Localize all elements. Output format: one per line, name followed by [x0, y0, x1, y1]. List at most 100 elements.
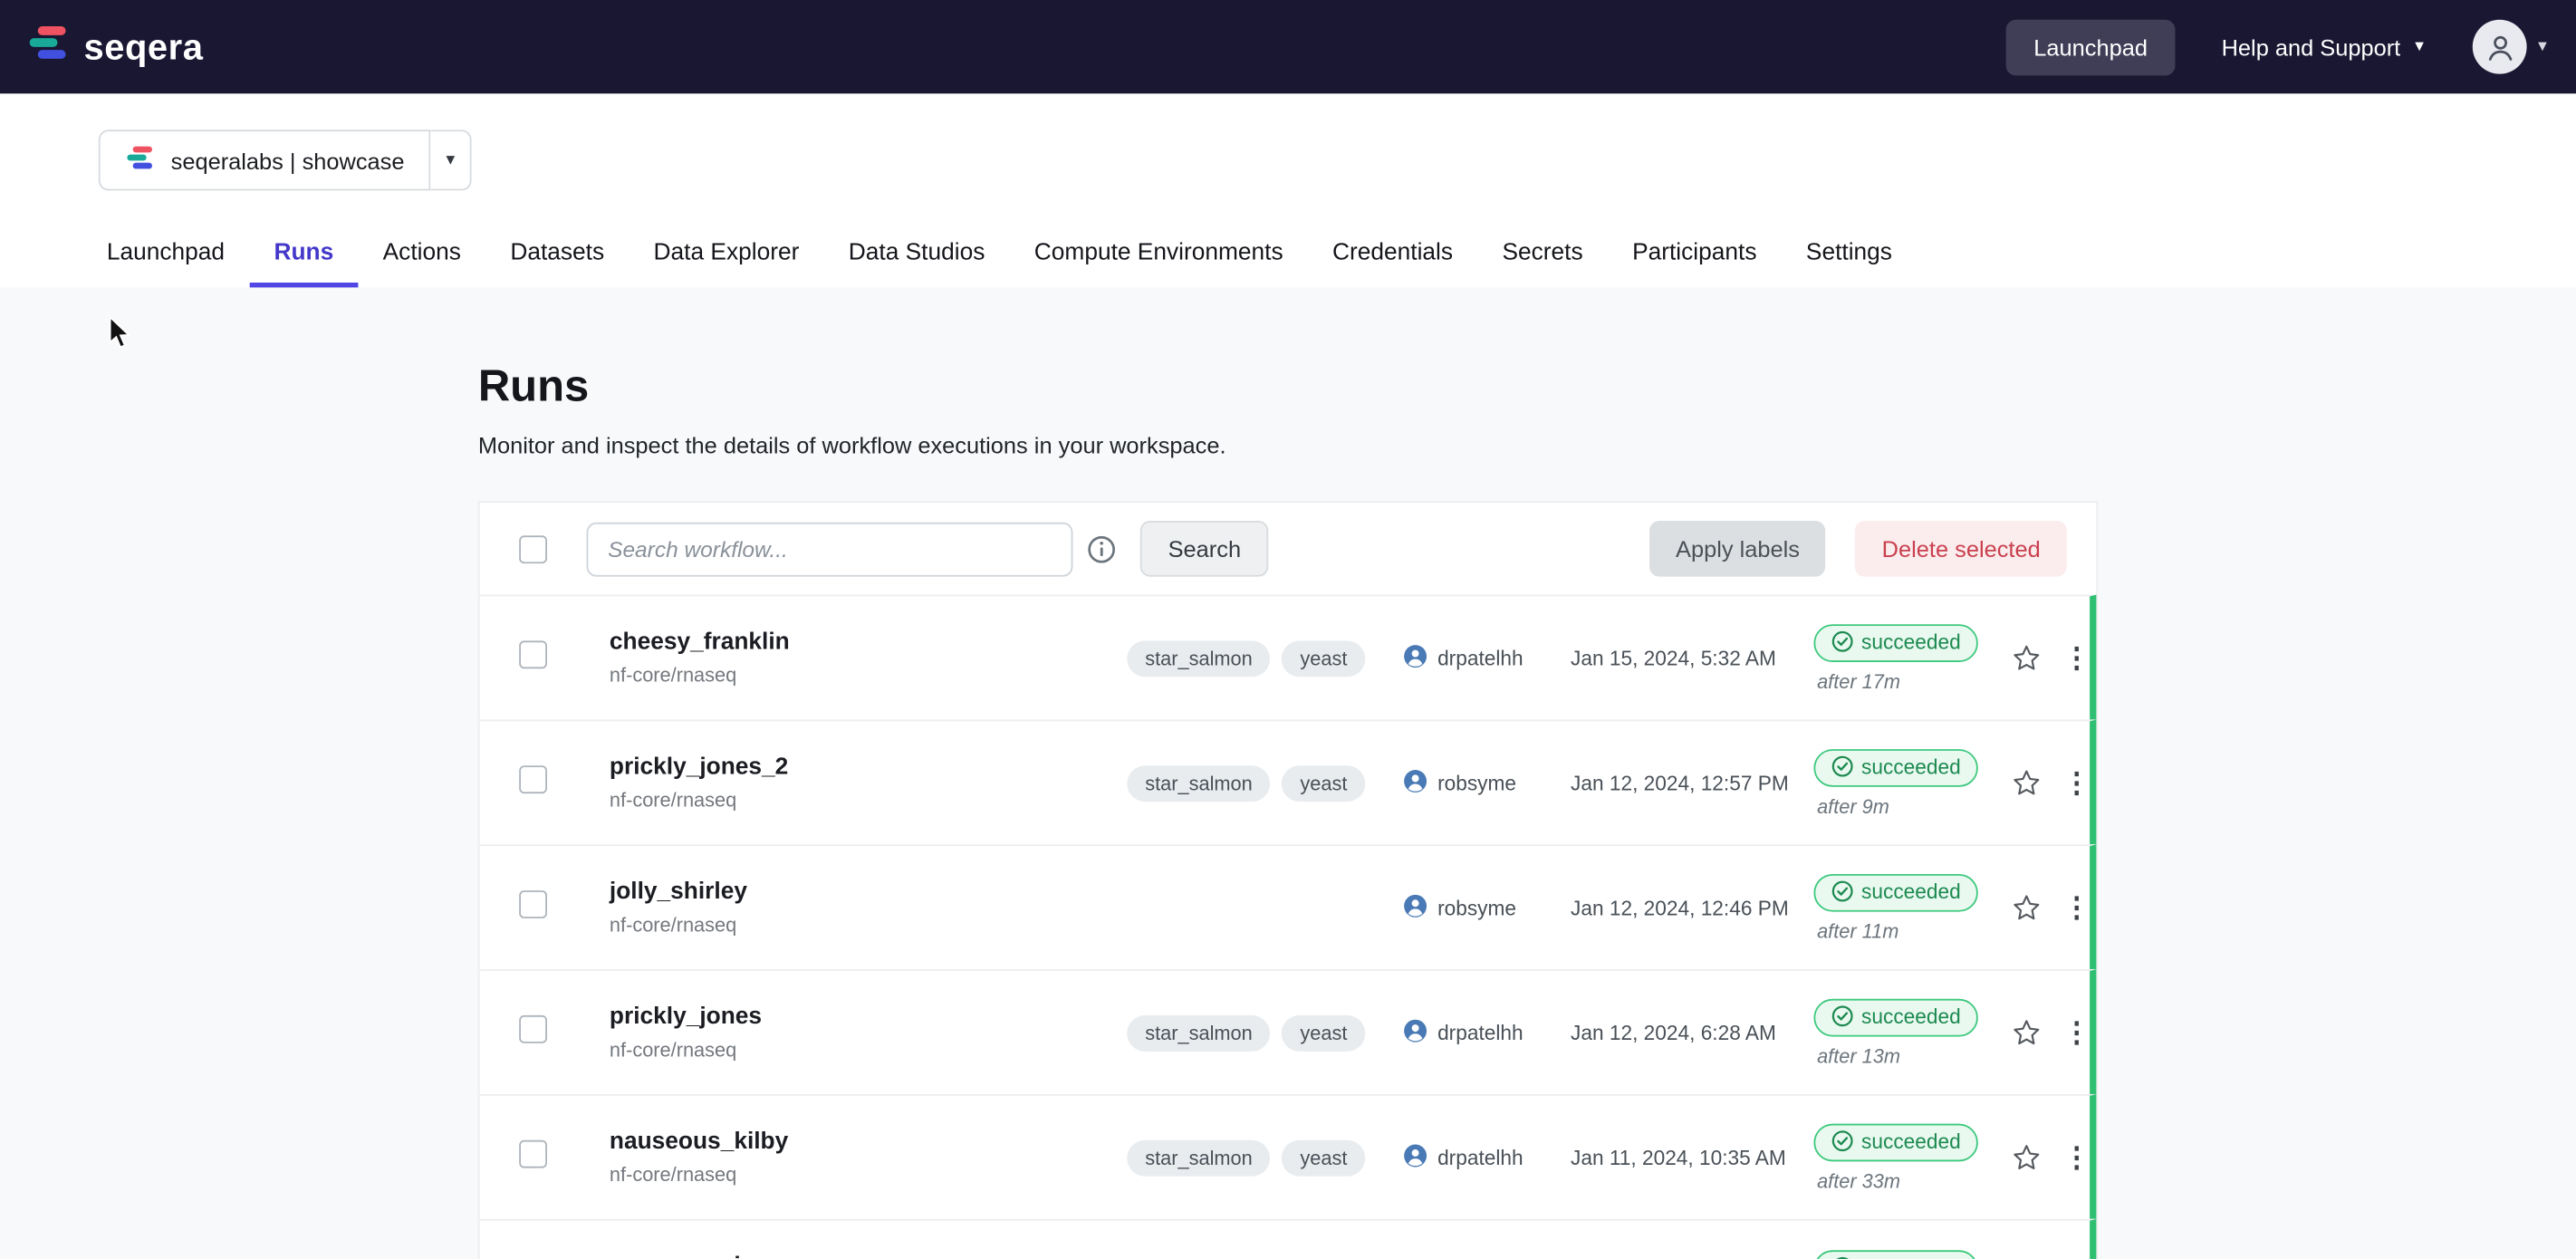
- status-label: succeeded: [1861, 1129, 1961, 1152]
- run-status-cell: succeeded after 33m: [1813, 1123, 1997, 1192]
- run-checkbox[interactable]: [519, 889, 547, 918]
- run-pipeline: nf-core/rnaseq: [610, 1163, 1127, 1186]
- user-circle-icon: [1403, 768, 1427, 798]
- run-name[interactable]: prickly_jones: [610, 1004, 1127, 1030]
- run-row[interactable]: prickly_jones_2 nf-core/rnaseq star_salm…: [480, 719, 2097, 844]
- apply-labels-button[interactable]: Apply labels: [1649, 521, 1826, 577]
- tab-participants[interactable]: Participants: [1608, 224, 1782, 288]
- search-button[interactable]: Search: [1140, 521, 1269, 577]
- workspace-selector-row: seqeralabs | showcase ▼: [0, 93, 2576, 190]
- brand: seqera: [26, 22, 203, 72]
- select-all-checkbox[interactable]: [519, 534, 547, 562]
- page-subtitle: Monitor and inspect the details of workf…: [478, 432, 2576, 458]
- brand-name: seqera: [84, 25, 204, 68]
- top-navbar: seqera Launchpad Help and Support ▼ ▼: [0, 0, 2576, 93]
- workspace-dropdown-button[interactable]: ▼: [431, 130, 472, 190]
- kebab-menu-icon: ⋮: [2062, 644, 2091, 672]
- run-name[interactable]: nauseous_kilby: [610, 1129, 1127, 1155]
- runs-card: Search Apply labels Delete selected chee…: [478, 501, 2098, 1259]
- run-name[interactable]: cheesy_franklin: [610, 630, 1127, 656]
- tab-data-studios[interactable]: Data Studios: [824, 224, 1010, 288]
- star-icon: [2010, 767, 2041, 798]
- avatar: [2473, 20, 2527, 74]
- workspace-tabs: LaunchpadRunsActionsDatasetsData Explore…: [0, 224, 2576, 288]
- run-checkbox-cell: [519, 639, 610, 676]
- run-user-name: robsyme: [1437, 896, 1516, 918]
- status-label: succeeded: [1861, 630, 1961, 653]
- star-button[interactable]: [1998, 1017, 2054, 1048]
- run-status-cell: succeeded after 17m: [1813, 623, 1997, 692]
- row-menu-button[interactable]: ⋮: [2053, 769, 2100, 797]
- tab-compute-environments[interactable]: Compute Environments: [1010, 224, 1308, 288]
- chevron-down-icon: ▼: [2535, 40, 2550, 54]
- row-menu-button[interactable]: ⋮: [2053, 1143, 2100, 1171]
- tab-actions[interactable]: Actions: [358, 224, 485, 288]
- run-name[interactable]: prickly_jones_2: [610, 754, 1127, 781]
- tab-datasets[interactable]: Datasets: [485, 224, 629, 288]
- run-date: Jan 12, 2024, 12:57 PM: [1571, 772, 1813, 794]
- run-main-cell: prickly_jones nf-core/rnaseq: [610, 1004, 1127, 1061]
- kebab-menu-icon: ⋮: [2062, 1143, 2091, 1171]
- status-badge: succeeded: [1813, 873, 1978, 911]
- info-icon[interactable]: [1088, 534, 1116, 562]
- run-user-name: drpatelhh: [1437, 647, 1523, 669]
- run-label-pill: star_salmon: [1127, 1014, 1270, 1051]
- tab-credentials[interactable]: Credentials: [1308, 224, 1477, 288]
- check-circle-icon: [1831, 1005, 1853, 1027]
- kebab-menu-icon: ⋮: [2062, 1019, 2091, 1047]
- run-duration: after 13m: [1817, 1044, 1900, 1067]
- workspace-name: seqeralabs | showcase: [171, 147, 405, 173]
- run-row[interactable]: nauseous_jones nf-core/rnaseq star_salmo…: [480, 1219, 2097, 1259]
- user-circle-icon: [1403, 643, 1427, 673]
- run-user-name: drpatelhh: [1437, 1021, 1523, 1043]
- status-badge: succeeded: [1813, 1249, 1978, 1259]
- tab-runs[interactable]: Runs: [249, 224, 358, 288]
- run-row[interactable]: jolly_shirley nf-core/rnaseq robsyme Jan…: [480, 844, 2097, 969]
- star-icon: [2010, 1017, 2041, 1048]
- run-row[interactable]: nauseous_kilby nf-core/rnaseq star_salmo…: [480, 1094, 2097, 1219]
- run-pipeline: nf-core/rnaseq: [610, 789, 1127, 812]
- user-menu[interactable]: ▼: [2473, 20, 2550, 74]
- run-checkbox[interactable]: [519, 639, 547, 668]
- run-labels: star_salmonyeast: [1127, 1014, 1403, 1051]
- status-badge: succeeded: [1813, 1123, 1978, 1161]
- run-checkbox[interactable]: [519, 1139, 547, 1168]
- run-checkbox[interactable]: [519, 764, 547, 793]
- run-checkbox[interactable]: [519, 1014, 547, 1043]
- run-row[interactable]: prickly_jones nf-core/rnaseq star_salmon…: [480, 969, 2097, 1094]
- run-user-cell: drpatelhh: [1403, 643, 1571, 673]
- tab-secrets[interactable]: Secrets: [1477, 224, 1608, 288]
- run-name[interactable]: nauseous_jones: [610, 1254, 1127, 1259]
- kebab-menu-icon: ⋮: [2062, 894, 2091, 922]
- delete-selected-button[interactable]: Delete selected: [1856, 521, 2067, 577]
- run-main-cell: prickly_jones_2 nf-core/rnaseq: [610, 754, 1127, 812]
- launchpad-button[interactable]: Launchpad: [2005, 19, 2175, 75]
- run-row[interactable]: cheesy_franklin nf-core/rnaseq star_salm…: [480, 595, 2097, 720]
- tab-settings[interactable]: Settings: [1782, 224, 1917, 288]
- row-menu-button[interactable]: ⋮: [2053, 894, 2100, 922]
- tab-launchpad[interactable]: Launchpad: [82, 224, 250, 288]
- search-input[interactable]: [587, 522, 1073, 576]
- run-duration: after 17m: [1817, 669, 1900, 692]
- run-name[interactable]: jolly_shirley: [610, 879, 1127, 905]
- run-date: Jan 12, 2024, 6:28 AM: [1571, 1021, 1813, 1043]
- run-pipeline: nf-core/rnaseq: [610, 664, 1127, 687]
- run-duration: after 11m: [1817, 919, 1898, 942]
- check-circle-icon: [1831, 755, 1853, 777]
- workspace-logo-icon: [125, 143, 155, 178]
- row-menu-button[interactable]: ⋮: [2053, 1019, 2100, 1047]
- star-icon: [2010, 892, 2041, 923]
- star-button[interactable]: [1998, 892, 2054, 923]
- run-label-pill: yeast: [1282, 639, 1365, 676]
- star-button[interactable]: [1998, 767, 2054, 798]
- workspace-header: seqeralabs | showcase ▼ LaunchpadRunsAct…: [0, 93, 2576, 287]
- star-button[interactable]: [1998, 1142, 2054, 1173]
- star-icon: [2010, 642, 2041, 673]
- star-button[interactable]: [1998, 642, 2054, 673]
- workspace-selector-main[interactable]: seqeralabs | showcase: [99, 130, 431, 190]
- help-and-support-menu[interactable]: Help and Support ▼: [2222, 34, 2427, 60]
- run-main-cell: jolly_shirley nf-core/rnaseq: [610, 879, 1127, 936]
- run-user-cell: robsyme: [1403, 893, 1571, 923]
- row-menu-button[interactable]: ⋮: [2053, 644, 2100, 672]
- tab-data-explorer[interactable]: Data Explorer: [629, 224, 823, 288]
